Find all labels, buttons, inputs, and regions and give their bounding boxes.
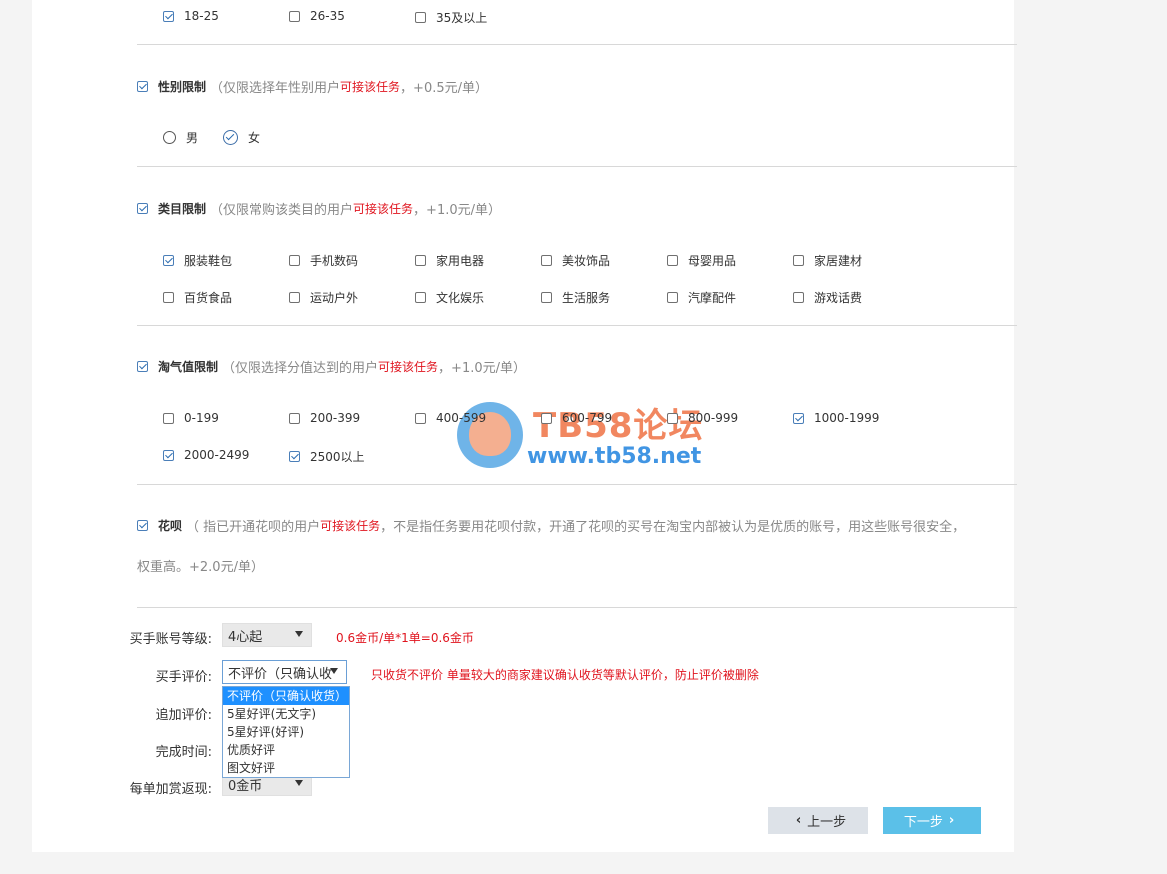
review-option[interactable]: 5星好评(好评) (223, 723, 349, 741)
taoqi-option[interactable]: 400-599 (415, 411, 486, 425)
radio[interactable] (223, 130, 238, 145)
divider (137, 484, 1017, 485)
category-option[interactable]: 家用电器 (415, 252, 484, 269)
checkbox[interactable] (289, 451, 300, 462)
checkbox[interactable] (163, 255, 174, 266)
chevron-left-icon: ‹ (795, 813, 802, 828)
gender-option-male[interactable]: 男 (163, 129, 198, 146)
extra-review-label: 追加评价: (155, 708, 212, 723)
taoqi-option[interactable]: 2500以上 (289, 448, 365, 465)
dropdown-arrow-icon (295, 780, 303, 786)
buyer-review-select[interactable]: 不评价（只确认收 (222, 660, 347, 684)
review-dropdown-list: 不评价（只确认收货） 5星好评(无文字) 5星好评(好评) 优质好评 图文好评 (222, 686, 350, 778)
category-option[interactable]: 文化娱乐 (415, 289, 484, 306)
gender-section-header[interactable]: 性别限制 （仅限选择年性别用户 可接该任务 ，+0.5元/单） (137, 77, 488, 96)
checkbox[interactable] (289, 292, 300, 303)
checkbox[interactable] (163, 10, 174, 22)
checkbox[interactable] (163, 449, 174, 461)
page-footer-strip (0, 852, 1167, 874)
dropdown-arrow-icon (330, 668, 338, 674)
review-option[interactable]: 5星好评(无文字) (223, 705, 349, 723)
next-step-button[interactable]: 下一步 › (883, 807, 981, 834)
category-option[interactable]: 手机数码 (289, 252, 358, 269)
checkbox[interactable] (415, 412, 426, 424)
review-option[interactable]: 图文好评 (223, 759, 349, 777)
checkbox[interactable] (793, 412, 804, 424)
category-option[interactable]: 生活服务 (541, 289, 610, 306)
huabei-section-header[interactable]: 花呗 （ 指已开通花呗的用户 可接该任务 ，不是指任务要用花呗付款，开通了花呗的买号… (137, 516, 965, 535)
category-limit-checkbox[interactable] (137, 203, 148, 214)
category-option[interactable]: 运动户外 (289, 289, 358, 306)
category-option[interactable]: 美妆饰品 (541, 252, 610, 269)
checkbox[interactable] (415, 12, 426, 23)
radio[interactable] (163, 131, 176, 144)
level-price-note: 0.6金币/单*1单=0.6金币 (336, 631, 474, 645)
checkbox[interactable] (415, 292, 426, 303)
checkbox[interactable] (667, 292, 678, 303)
divider (137, 44, 1017, 45)
taoqi-option[interactable]: 800-999 (667, 411, 738, 425)
taoqi-option[interactable]: 200-399 (289, 411, 360, 425)
checkbox[interactable] (541, 292, 552, 303)
checkbox[interactable] (667, 255, 678, 266)
age-option-35plus[interactable]: 35及以上 (415, 9, 487, 26)
taoqi-option[interactable]: 2000-2499 (163, 448, 249, 462)
age-option-26-35[interactable]: 26-35 (289, 9, 345, 23)
taoqi-limit-checkbox[interactable] (137, 361, 148, 372)
category-option[interactable]: 游戏话费 (793, 289, 862, 306)
review-note: 只收货不评价 单量较大的商家建议确认收货等默认评价，防止评价被删除 (371, 668, 759, 682)
gender-title: 性别限制 (158, 80, 207, 94)
gender-option-female[interactable]: 女 (223, 129, 260, 146)
checkbox[interactable] (667, 412, 678, 424)
checkbox[interactable] (163, 292, 174, 303)
checkbox[interactable] (289, 412, 300, 424)
checkbox[interactable] (793, 255, 804, 266)
checkbox[interactable] (415, 255, 426, 266)
category-option[interactable]: 家居建材 (793, 252, 862, 269)
checkbox[interactable] (793, 292, 804, 303)
taoqi-title: 淘气值限制 (158, 360, 219, 374)
gender-limit-checkbox[interactable] (137, 81, 148, 92)
chevron-right-icon: › (948, 813, 955, 828)
checkbox[interactable] (541, 255, 552, 266)
category-option[interactable]: 母婴用品 (667, 252, 736, 269)
category-section-header[interactable]: 类目限制 （仅限常购该类目的用户 可接该任务 ，+1.0元/单） (137, 199, 501, 218)
taoqi-option[interactable]: 1000-1999 (793, 411, 879, 425)
category-option[interactable]: 汽摩配件 (667, 289, 736, 306)
divider (137, 607, 1017, 608)
checkbox[interactable] (541, 412, 552, 424)
category-option[interactable]: 服装鞋包 (163, 252, 232, 269)
checkbox[interactable] (289, 255, 300, 266)
taoqi-option[interactable]: 0-199 (163, 411, 219, 425)
review-option[interactable]: 不评价（只确认收货） (223, 687, 349, 705)
watermark: TB58论坛 www.tb58.net (457, 396, 717, 476)
dropdown-arrow-icon (295, 631, 303, 637)
watermark-url: www.tb58.net (527, 444, 702, 469)
category-title: 类目限制 (158, 202, 207, 216)
prev-step-button[interactable]: ‹ 上一步 (768, 807, 868, 834)
divider (137, 325, 1017, 326)
taoqi-option[interactable]: 600-799 (541, 411, 612, 425)
checkbox[interactable] (289, 10, 300, 22)
bonus-label: 每单加赏返现: (129, 782, 212, 797)
age-option-18-25[interactable]: 18-25 (163, 9, 219, 23)
buyer-review-label: 买手评价: (155, 670, 212, 685)
checkbox[interactable] (163, 412, 174, 424)
review-option[interactable]: 优质好评 (223, 741, 349, 759)
huabei-title: 花呗 (158, 519, 183, 533)
huabei-checkbox[interactable] (137, 520, 148, 531)
buyer-level-label: 买手账号等级: (129, 632, 212, 647)
finish-time-label: 完成时间: (155, 745, 212, 760)
category-option[interactable]: 百货食品 (163, 289, 232, 306)
divider (137, 166, 1017, 167)
huabei-desc-line2: 权重高。+2.0元/单） (137, 560, 264, 575)
taoqi-section-header[interactable]: 淘气值限制 （仅限选择分值达到的用户 可接该任务 ，+1.0元/单） (137, 357, 526, 376)
buyer-level-select[interactable]: 4心起 (222, 623, 312, 647)
